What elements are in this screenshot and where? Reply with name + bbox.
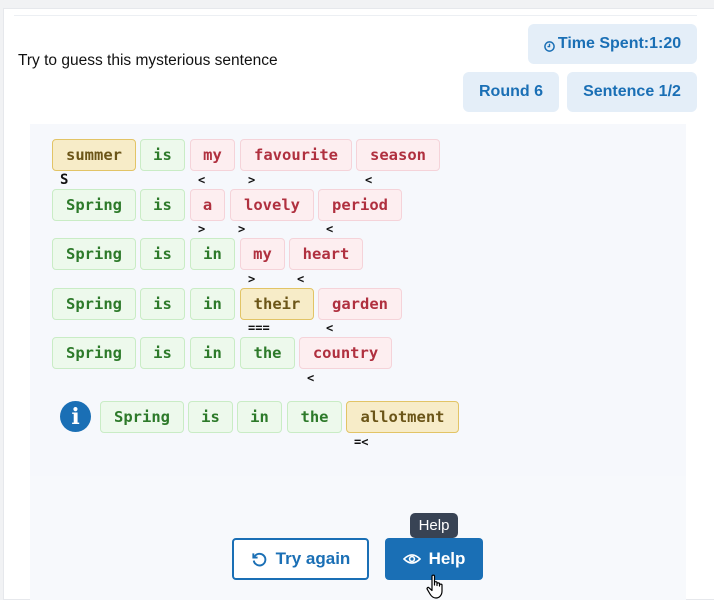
word-tile: my — [190, 139, 235, 171]
time-spent-label: Time Spent:1:20 — [557, 35, 682, 52]
refresh-icon — [252, 552, 266, 566]
hint-mark: < — [326, 321, 334, 335]
hint-mark: < — [307, 371, 315, 385]
word-tile: Spring — [52, 238, 136, 270]
word-tile: country — [299, 337, 392, 369]
hand-cursor-icon — [426, 574, 443, 599]
help-tooltip: Help — [410, 513, 458, 538]
divider — [14, 15, 697, 16]
help-label: Help — [428, 549, 466, 568]
hint-mark: > — [248, 272, 256, 286]
try-again-button[interactable]: Try again — [232, 538, 369, 580]
word-tile: in — [190, 238, 235, 270]
word-tile: garden — [318, 288, 402, 320]
word-tile: is — [140, 238, 185, 270]
prompt-text: Try to guess this mysterious sentence — [18, 52, 278, 69]
word-tile: in — [190, 288, 235, 320]
word-tile: Spring — [52, 189, 136, 221]
sentence-badge: Sentence 1/2 — [567, 72, 697, 112]
hint-mark: S — [60, 172, 69, 188]
eye-icon — [402, 554, 421, 564]
word-tile: Spring — [100, 401, 184, 433]
word-tile: season — [356, 139, 440, 171]
word-tile: period — [318, 189, 402, 221]
word-tile: a — [190, 189, 225, 221]
hint-mark: === — [248, 321, 270, 335]
word-tile: their — [240, 288, 314, 320]
word-tile: is — [140, 288, 185, 320]
word-tile: is — [140, 139, 185, 171]
word-tile: is — [140, 189, 185, 221]
time-spent-badge: Time Spent:1:20 — [528, 24, 697, 64]
clock-icon — [544, 39, 555, 52]
word-tile: favourite — [240, 139, 352, 171]
word-tile: lovely — [230, 189, 314, 221]
word-tile: in — [237, 401, 282, 433]
word-tile: allotment — [346, 401, 459, 433]
word-tile: Spring — [52, 288, 136, 320]
info-icon: i — [60, 401, 91, 432]
word-tile: my — [240, 238, 285, 270]
word-tile: the — [240, 337, 295, 369]
hint-mark: < — [326, 222, 334, 236]
word-tile: Spring — [52, 337, 136, 369]
word-tile: heart — [289, 238, 363, 270]
round-badge: Round 6 — [463, 72, 559, 112]
hint-mark: =< — [354, 435, 369, 449]
hint-mark: > — [238, 222, 246, 236]
hint-mark: > — [198, 222, 206, 236]
hint-mark: < — [365, 173, 373, 187]
word-tile: is — [140, 337, 185, 369]
try-again-label: Try again — [275, 549, 351, 568]
word-tile: is — [188, 401, 233, 433]
word-tile: the — [287, 401, 342, 433]
word-tile: in — [190, 337, 235, 369]
word-tile: summer — [52, 139, 136, 171]
hint-mark: < — [297, 272, 305, 286]
hint-mark: < — [198, 173, 206, 187]
hint-mark: > — [248, 173, 256, 187]
